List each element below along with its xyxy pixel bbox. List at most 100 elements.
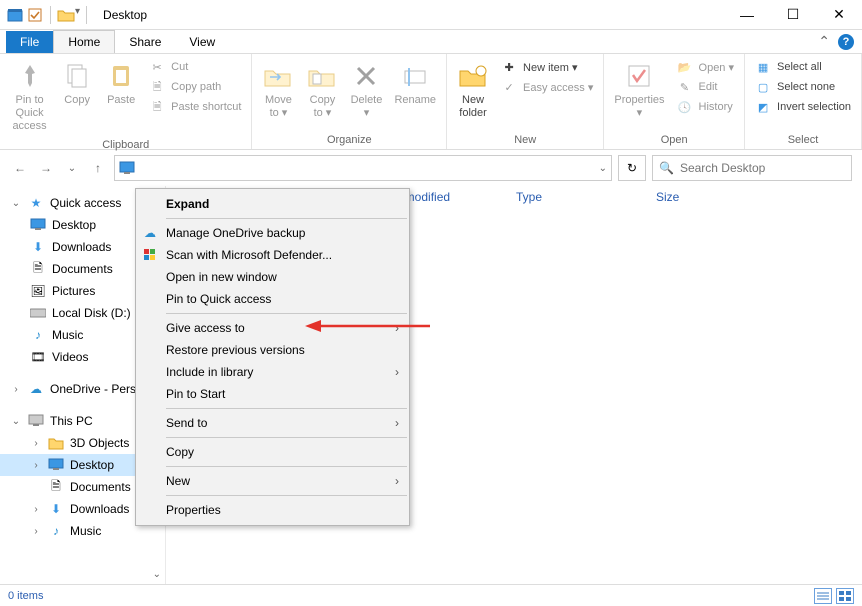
search-box[interactable]: 🔍 (652, 155, 852, 181)
forward-button[interactable]: → (36, 158, 56, 178)
folder-icon (57, 6, 75, 24)
paste-shortcut-button[interactable]: 🗎Paste shortcut (147, 98, 243, 116)
group-label-organize: Organize (256, 132, 442, 149)
select-none-button[interactable]: ▢Select none (753, 78, 853, 96)
pc-icon (28, 413, 44, 429)
disk-icon (30, 305, 46, 321)
menu-onedrive-backup[interactable]: ☁Manage OneDrive backup (136, 222, 409, 244)
shield-icon (142, 247, 158, 263)
document-icon: 🗎 (30, 261, 46, 277)
back-button[interactable]: ← (10, 158, 30, 178)
details-view-icon[interactable] (814, 588, 832, 604)
monitor-icon (119, 161, 135, 175)
ribbon-group-clipboard: Pin to Quick access Copy Paste ✂Cut 🗎Cop… (0, 54, 252, 149)
chevron-right-icon: › (395, 416, 399, 430)
ribbon-group-organize: Move to ▾ Copy to ▾ Delete ▾ Rename Orga… (252, 54, 447, 149)
folder-icon (48, 435, 64, 451)
tab-view[interactable]: View (175, 31, 229, 53)
refresh-button[interactable]: ↻ (618, 155, 646, 181)
ribbon-tabs: File Home Share View ⌃ ? (0, 30, 862, 54)
group-label-select: Select (749, 132, 857, 149)
ribbon-group-new: New folder ✚New item ▾ ✓Easy access ▾ Ne… (447, 54, 604, 149)
search-input[interactable] (680, 161, 845, 175)
music-icon: ♪ (30, 327, 46, 343)
qat-dropdown-icon[interactable]: ▾ (75, 6, 80, 24)
menu-give-access[interactable]: Give access to› (136, 317, 409, 339)
copy-button[interactable]: Copy (55, 56, 99, 111)
pictures-icon: 🖼 (30, 283, 46, 299)
nav-row: ← → ⌄ ↑ ⌄ ↻ 🔍 (0, 150, 862, 186)
menu-open-new-window[interactable]: Open in new window (136, 266, 409, 288)
edit-button[interactable]: ✎Edit (675, 78, 737, 96)
rename-button[interactable]: Rename (388, 56, 442, 111)
document-icon: 🗎 (48, 479, 64, 495)
download-icon: ⬇ (48, 501, 64, 517)
col-type[interactable]: Type (516, 190, 616, 204)
copy-to-button[interactable]: Copy to ▾ (300, 56, 344, 124)
menu-defender-scan[interactable]: Scan with Microsoft Defender... (136, 244, 409, 266)
address-bar[interactable]: ⌄ (114, 155, 612, 181)
select-all-button[interactable]: ▦Select all (753, 58, 853, 76)
chevron-right-icon: › (395, 365, 399, 379)
onedrive-icon: ☁ (28, 381, 44, 397)
address-dropdown-icon[interactable]: ⌄ (599, 163, 607, 174)
col-size[interactable]: Size (656, 190, 756, 204)
minimize-ribbon-icon[interactable]: ⌃ (818, 33, 830, 50)
menu-send-to[interactable]: Send to› (136, 412, 409, 434)
menu-include-library[interactable]: Include in library› (136, 361, 409, 383)
titlebar: ▾ Desktop — ☐ ✕ (0, 0, 862, 30)
scroll-down-icon[interactable]: ⌄ (153, 569, 161, 580)
menu-copy[interactable]: Copy (136, 441, 409, 463)
ribbon-group-select: ▦Select all ▢Select none ◩Invert selecti… (745, 54, 862, 149)
menu-new[interactable]: New› (136, 470, 409, 492)
paste-button[interactable]: Paste (99, 56, 143, 111)
music-icon: ♪ (48, 523, 64, 539)
chevron-right-icon: › (395, 474, 399, 488)
pin-quick-access-button[interactable]: Pin to Quick access (4, 56, 55, 137)
status-item-count: 0 items (8, 590, 43, 602)
onedrive-icon: ☁ (142, 225, 158, 241)
menu-expand[interactable]: Expand (136, 193, 409, 215)
properties-button[interactable]: Properties ▾ (608, 56, 670, 124)
search-icon: 🔍 (659, 161, 674, 175)
tab-file[interactable]: File (6, 31, 53, 53)
new-folder-button[interactable]: New folder (451, 56, 495, 124)
move-to-button[interactable]: Move to ▾ (256, 56, 300, 124)
minimize-button[interactable]: — (724, 0, 770, 30)
recent-locations-button[interactable]: ⌄ (62, 158, 82, 178)
copy-path-button[interactable]: 🗎Copy path (147, 78, 243, 96)
close-button[interactable]: ✕ (816, 0, 862, 30)
tab-share[interactable]: Share (115, 31, 175, 53)
ribbon: Pin to Quick access Copy Paste ✂Cut 🗎Cop… (0, 54, 862, 150)
maximize-button[interactable]: ☐ (770, 0, 816, 30)
group-label-clipboard: Clipboard (4, 137, 247, 154)
menu-restore-previous[interactable]: Restore previous versions (136, 339, 409, 361)
menu-properties[interactable]: Properties (136, 499, 409, 521)
easy-access-button[interactable]: ✓Easy access ▾ (499, 78, 595, 96)
chevron-right-icon: › (395, 321, 399, 335)
ribbon-group-open: Properties ▾ 📂Open ▾ ✎Edit 🕓History Open (604, 54, 745, 149)
large-icons-view-icon[interactable] (836, 588, 854, 604)
open-button[interactable]: 📂Open ▾ (675, 58, 737, 76)
download-icon: ⬇ (30, 239, 46, 255)
tab-home[interactable]: Home (53, 30, 115, 53)
app-icon (6, 6, 24, 24)
cut-button[interactable]: ✂Cut (147, 58, 243, 76)
new-item-button[interactable]: ✚New item ▾ (499, 58, 595, 76)
monitor-icon (48, 457, 64, 473)
help-icon[interactable]: ? (838, 34, 854, 50)
videos-icon: 🎞 (30, 349, 46, 365)
window-title: Desktop (103, 8, 147, 22)
invert-selection-button[interactable]: ◩Invert selection (753, 98, 853, 116)
menu-pin-start[interactable]: Pin to Start (136, 383, 409, 405)
delete-button[interactable]: Delete ▾ (344, 56, 388, 124)
menu-pin-quick-access[interactable]: Pin to Quick access (136, 288, 409, 310)
up-button[interactable]: ↑ (88, 158, 108, 178)
monitor-icon (30, 217, 46, 233)
qat-checkbox-icon[interactable] (26, 6, 44, 24)
group-label-open: Open (608, 132, 740, 149)
star-icon: ★ (28, 195, 44, 211)
history-button[interactable]: 🕓History (675, 98, 737, 116)
status-bar: 0 items (0, 584, 862, 606)
context-menu: Expand ☁Manage OneDrive backup Scan with… (135, 188, 410, 526)
